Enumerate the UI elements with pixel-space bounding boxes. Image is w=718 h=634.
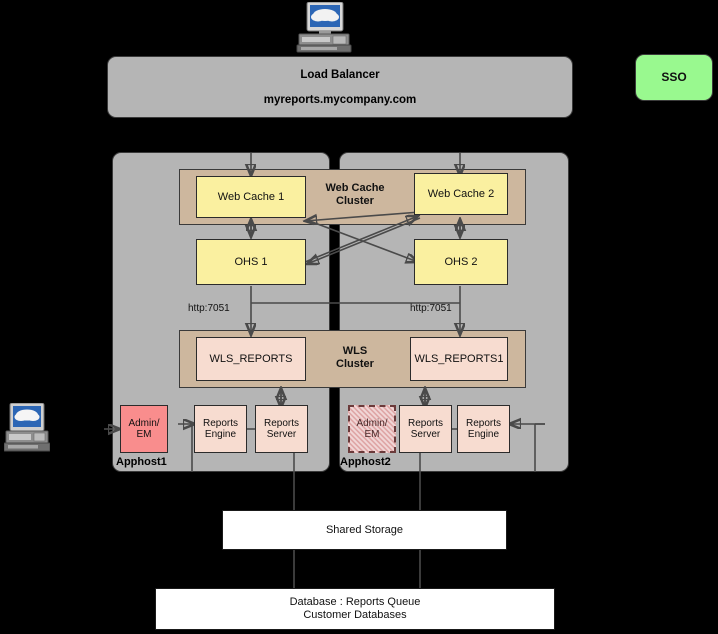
database-line-2: Customer Databases	[303, 609, 407, 621]
apphost1-reports-server-box: Reports Server	[255, 405, 308, 453]
wls-reports-label: WLS_REPORTS	[209, 352, 293, 365]
apphost1-name-label: Apphost1	[116, 456, 167, 468]
wls-cluster-label: WLS Cluster	[336, 345, 374, 371]
wls-reports1-label: WLS_REPORTS1	[414, 352, 504, 365]
apphost2-admin-em-box: Admin/ EM	[348, 405, 396, 453]
sso-label: SSO	[661, 69, 687, 84]
apphost1-admin-em-box: Admin/ EM	[120, 405, 168, 453]
shared-storage-box: Shared Storage	[222, 510, 507, 550]
diagram-canvas: Load Balancer myreports.mycompany.com SS…	[0, 0, 718, 634]
ohs-2-box: OHS 2	[414, 239, 508, 285]
ohs-1-box: OHS 1	[196, 239, 306, 285]
ohs-2-label: OHS 2	[444, 255, 478, 268]
apphost1-port-label: http:7051	[188, 303, 230, 314]
apphost2-reports-engine-box: Reports Engine	[457, 405, 510, 453]
client-computer-icon	[293, 1, 355, 54]
database-line-1: Database : Reports Queue	[289, 596, 421, 609]
apphost2-name-label: Apphost2	[340, 456, 391, 468]
wls-reports-box: WLS_REPORTS	[196, 337, 306, 381]
web-cache-cluster-label: Web Cache Cluster	[325, 182, 385, 208]
wls-reports1-box: WLS_REPORTS1	[410, 337, 508, 381]
apphost2-port-label: http:7051	[410, 303, 452, 314]
web-cache-1-label: Web Cache 1	[217, 190, 285, 203]
sso-box: SSO	[635, 54, 713, 101]
web-cache-2-label: Web Cache 2	[427, 187, 495, 200]
web-cache-1-box: Web Cache 1	[196, 176, 306, 218]
apphost1-reports-engine-box: Reports Engine	[194, 405, 247, 453]
database-box: Database : Reports Queue Customer Databa…	[155, 588, 555, 630]
load-balancer-hostname: myreports.mycompany.com	[263, 93, 417, 106]
ohs-1-label: OHS 1	[234, 255, 268, 268]
web-cache-2-box: Web Cache 2	[414, 173, 508, 215]
admin-client-computer-icon	[3, 402, 51, 459]
load-balancer-box: Load Balancer myreports.mycompany.com	[107, 56, 573, 118]
load-balancer-title: Load Balancer	[300, 68, 380, 81]
shared-storage-label: Shared Storage	[325, 523, 404, 536]
apphost2-reports-server-box: Reports Server	[399, 405, 452, 453]
